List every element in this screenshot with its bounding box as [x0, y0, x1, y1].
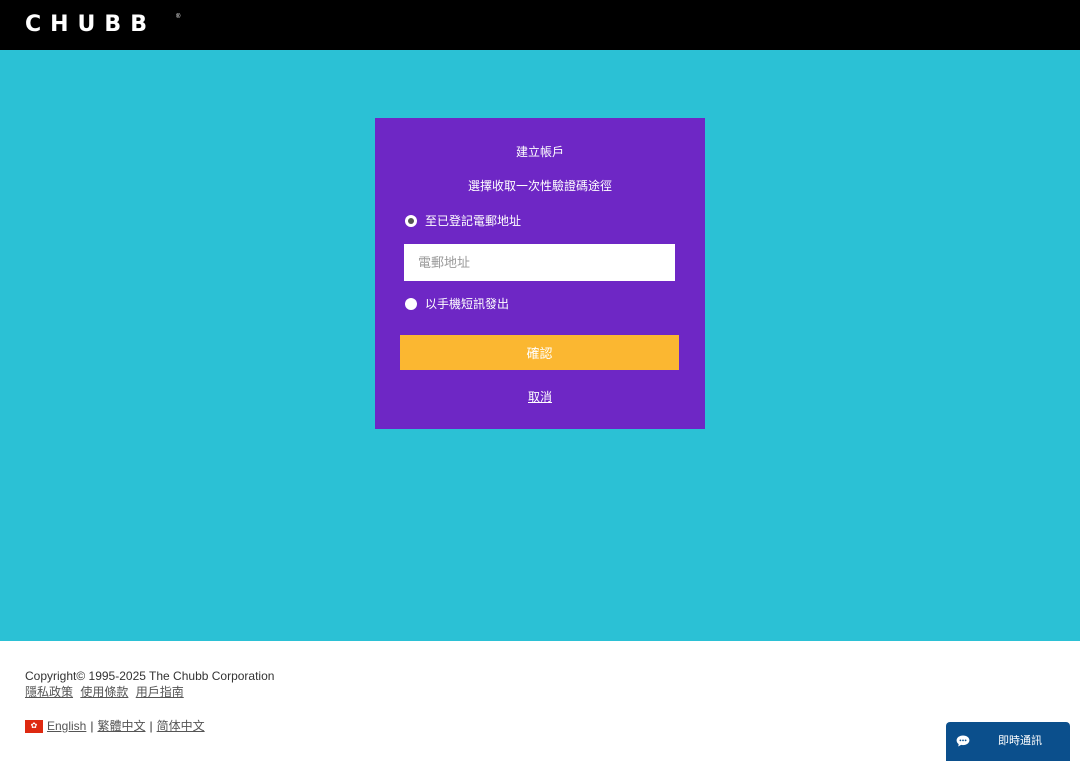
language-separator: | [90, 719, 94, 733]
confirm-button[interactable]: 確認 [400, 335, 679, 370]
hong-kong-flag-icon: ✿ [25, 719, 43, 733]
chubb-logo[interactable]: CHUBB [25, 13, 156, 37]
registered-mark: ® [176, 14, 181, 20]
language-traditional-chinese[interactable]: 繁體中文 [97, 719, 145, 733]
terms-of-use-link[interactable]: 使用條款 [80, 685, 128, 699]
top-bar: CHUBB ® [0, 0, 1080, 50]
copyright-text: Copyright© 1995-2025 The Chubb Corporati… [25, 669, 275, 683]
create-account-card: 建立帳戶 選擇收取一次性驗證碼途徑 至已登記電郵地址 以手機短訊發出 確認 取消 [375, 118, 705, 429]
language-simplified-chinese[interactable]: 简体中文 [157, 719, 205, 733]
user-guide-link[interactable]: 用戶指南 [136, 685, 184, 699]
footer: Copyright© 1995-2025 The Chubb Corporati… [0, 641, 1080, 777]
radio-sms[interactable] [405, 298, 417, 310]
privacy-policy-link[interactable]: 隱私政策 [25, 685, 73, 699]
card-subtitle: 選擇收取一次性驗證碼途徑 [467, 179, 612, 193]
option-email[interactable]: 至已登記電郵地址 [405, 213, 521, 229]
option-email-label[interactable]: 至已登記電郵地址 [425, 214, 521, 228]
live-chat-button[interactable]: 即時通訊 [946, 722, 1070, 761]
chat-bubble-icon [956, 735, 970, 747]
option-sms-label[interactable]: 以手機短訊發出 [425, 297, 509, 311]
footer-links: 隱私政策 使用條款 用戶指南 [25, 685, 188, 699]
language-english[interactable]: English [47, 719, 86, 733]
language-selector: ✿ English | 繁體中文 | 简体中文 [25, 719, 209, 733]
radio-email[interactable] [405, 215, 417, 227]
cancel-link[interactable]: 取消 [375, 388, 705, 405]
card-title: 建立帳戶 [515, 145, 564, 159]
option-sms[interactable]: 以手機短訊發出 [405, 296, 509, 312]
email-field[interactable] [404, 244, 675, 281]
live-chat-label[interactable]: 即時通訊 [980, 735, 1060, 748]
language-separator: | [149, 719, 153, 733]
main-area: 建立帳戶 選擇收取一次性驗證碼途徑 至已登記電郵地址 以手機短訊發出 確認 取消 [0, 50, 1080, 641]
